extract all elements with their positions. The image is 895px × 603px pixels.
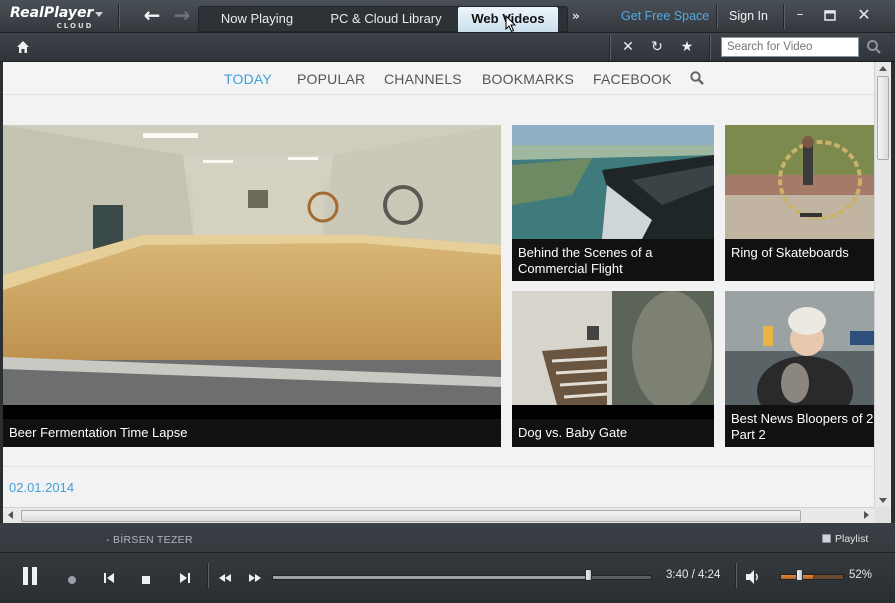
record-icon [68, 576, 76, 584]
previous-icon [104, 573, 114, 583]
divider [609, 35, 610, 60]
pause-icon [23, 567, 37, 585]
divider [709, 35, 710, 60]
title-bar: RealPlayer CLOUD ← → Now Playing PC & Cl… [0, 0, 895, 33]
previous-track-button[interactable] [102, 570, 116, 584]
mouse-cursor-icon [505, 15, 517, 33]
scroll-down-icon[interactable] [879, 498, 887, 503]
fast-forward-button[interactable] [247, 570, 263, 584]
video-title: Best News Bloopers of 2 Part 2 [725, 405, 874, 447]
get-free-space-link[interactable]: Get Free Space [621, 9, 709, 23]
vertical-scrollbar[interactable] [874, 62, 891, 507]
horizontal-scroll-thumb[interactable] [21, 510, 801, 522]
video-tile[interactable]: Behind the Scenes of a Commercial Flight [512, 125, 714, 281]
volume-handle[interactable] [796, 569, 804, 581]
video-title: Beer Fermentation Time Lapse [3, 419, 501, 447]
mute-button[interactable] [744, 568, 762, 586]
section-divider [3, 466, 874, 467]
video-tile[interactable]: Ring of Skateboards [725, 125, 874, 281]
divider [783, 4, 784, 29]
video-title: Behind the Scenes of a Commercial Flight [512, 239, 714, 281]
nav-today[interactable]: TODAY [224, 71, 272, 87]
logo-subtitle: CLOUD [56, 22, 94, 30]
back-arrow-icon[interactable]: ← [140, 4, 164, 26]
rewind-button[interactable] [217, 570, 233, 584]
playback-time: 3:40 / 4:24 [666, 569, 721, 581]
divider [735, 563, 736, 588]
record-button[interactable] [66, 571, 78, 584]
bookmark-star-icon[interactable]: ★ [678, 38, 696, 56]
stop-loading-icon[interactable]: ✕ [619, 38, 637, 56]
scroll-up-icon[interactable] [879, 66, 887, 71]
divider [207, 563, 208, 588]
seek-bar[interactable] [272, 575, 652, 580]
video-tile-featured[interactable]: Beer Fermentation Time Lapse [3, 125, 501, 447]
volume-slider[interactable] [780, 574, 844, 580]
next-track-button[interactable] [178, 570, 192, 584]
video-title: Dog vs. Baby Gate [512, 419, 714, 447]
stop-icon [142, 576, 150, 584]
app-menu-caret-icon[interactable] [95, 12, 103, 17]
maximize-icon[interactable] [819, 5, 841, 25]
nav-bookmarks[interactable]: BOOKMARKS [482, 71, 574, 87]
scrollbar-corner [874, 507, 891, 523]
divider [716, 4, 717, 29]
more-tabs-icon[interactable]: » [572, 9, 580, 23]
pause-button[interactable] [20, 565, 40, 587]
video-tile[interactable]: Best News Bloopers of 2 Part 2 [725, 291, 874, 447]
track-artist: - BİRSEN TEZER [106, 534, 193, 546]
video-thumbnail [725, 291, 874, 426]
nav-channels[interactable]: CHANNELS [384, 71, 462, 87]
video-tile[interactable]: Dog vs. Baby Gate [512, 291, 714, 447]
minimize-icon[interactable]: – [789, 5, 811, 25]
tab-pc-cloud-library[interactable]: PC & Cloud Library [315, 7, 457, 32]
video-thumbnail [512, 125, 714, 239]
now-playing-info: - BİRSEN TEZER Playlist [0, 523, 895, 553]
video-thumbnail [725, 125, 874, 239]
nav-popular[interactable]: POPULAR [297, 71, 365, 87]
tab-now-playing[interactable]: Now Playing [199, 7, 315, 32]
web-videos-nav: TODAY POPULAR CHANNELS BOOKMARKS FACEBOO… [3, 62, 874, 95]
web-videos-page: TODAY POPULAR CHANNELS BOOKMARKS FACEBOO… [3, 62, 874, 507]
fast-forward-icon [249, 574, 261, 582]
playlist-button[interactable]: Playlist [822, 533, 868, 545]
divider [118, 4, 119, 29]
app-logo[interactable]: RealPlayer CLOUD [10, 6, 93, 33]
rewind-icon [219, 574, 231, 582]
horizontal-scrollbar[interactable] [3, 507, 874, 523]
video-thumbnail [512, 291, 714, 411]
seek-bar-handle[interactable] [584, 569, 592, 581]
stop-button[interactable] [140, 571, 152, 584]
player-bar: - BİRSEN TEZER Playlist 3:40 / 4:24 52% [0, 523, 895, 603]
close-window-icon[interactable]: ✕ [853, 5, 875, 25]
seek-bar-progress [273, 576, 588, 579]
vertical-scroll-thumb[interactable] [877, 76, 889, 160]
sign-in-link[interactable]: Sign In [729, 9, 768, 23]
nav-search-icon[interactable] [689, 70, 705, 86]
home-icon[interactable] [16, 40, 30, 54]
forward-arrow-icon[interactable]: → [170, 4, 194, 26]
date-label: 02.01.2014 [9, 480, 75, 495]
scroll-right-icon[interactable] [864, 511, 869, 519]
search-icon[interactable] [865, 38, 883, 56]
video-search-input[interactable] [721, 37, 859, 57]
playlist-label: Playlist [835, 533, 869, 545]
browser-toolbar: ✕ ↻ ★ [0, 33, 895, 62]
video-thumbnail [3, 125, 501, 405]
refresh-icon[interactable]: ↻ [648, 38, 666, 56]
video-title: Ring of Skateboards [725, 239, 874, 281]
scroll-left-icon[interactable] [8, 511, 13, 519]
nav-facebook[interactable]: FACEBOOK [593, 71, 672, 87]
volume-icon [746, 570, 758, 584]
next-icon [180, 573, 190, 583]
playlist-icon [822, 534, 831, 543]
volume-percent: 52% [849, 569, 873, 581]
